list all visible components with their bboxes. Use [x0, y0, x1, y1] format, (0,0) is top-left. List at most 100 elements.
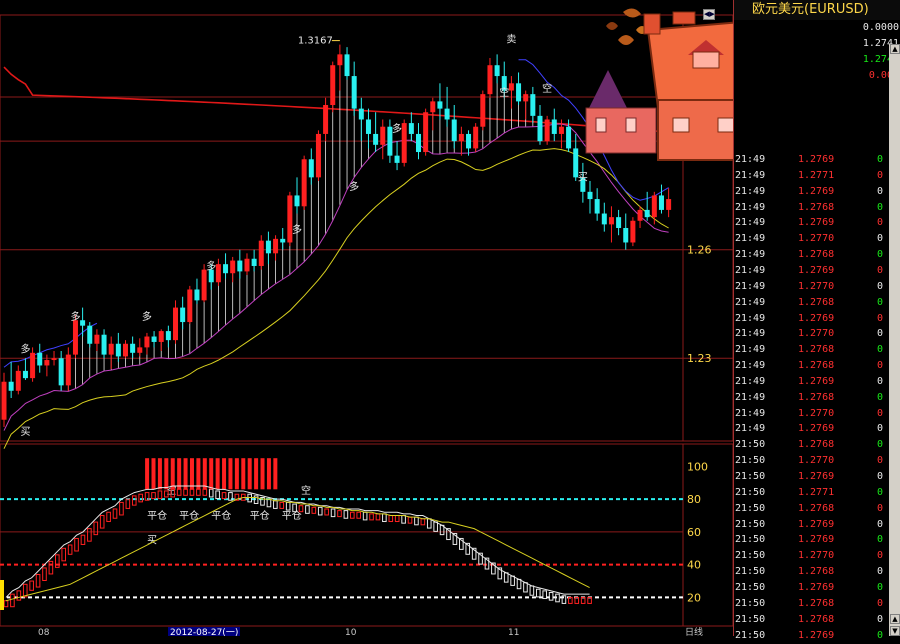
- candle-body: [137, 347, 143, 353]
- candle-body: [108, 343, 114, 355]
- oscillator-bar: [99, 515, 105, 529]
- oscillator-tick-label: 80: [687, 493, 701, 506]
- leaf-decoration: [606, 8, 648, 45]
- tick-time: 21:49: [735, 280, 766, 292]
- tick-time: 21:50: [735, 439, 766, 451]
- candle-body: [594, 199, 600, 214]
- candle-body: [487, 65, 493, 95]
- oscillator-bar: [394, 515, 400, 523]
- tick-row: 21:49 1.2770 0: [734, 326, 900, 342]
- tick-price: 1.2768: [798, 249, 835, 261]
- oscillator-bar: [523, 582, 528, 593]
- long-signal-label: 多: [392, 122, 402, 135]
- tick-time: 21:49: [735, 169, 766, 181]
- candle-body: [394, 155, 400, 163]
- candle-body: [165, 331, 171, 341]
- tick-volume: 0: [876, 296, 883, 308]
- tick-volume: 0: [876, 360, 883, 372]
- long-signal-label: 多: [206, 259, 216, 272]
- tick-price: 1.2768: [798, 566, 835, 578]
- tick-price: 1.2768: [798, 344, 835, 356]
- tick-volume: 0: [876, 154, 883, 165]
- oscillator-bar: [279, 501, 285, 509]
- tick-row: 21:50 1.2769 0: [734, 532, 900, 548]
- tick-time: 21:50: [735, 550, 766, 562]
- tick-volume: 0: [876, 502, 883, 514]
- candle-body: [444, 108, 450, 120]
- tick-time: 21:50: [735, 486, 766, 498]
- tick-price: 1.2769: [798, 581, 835, 593]
- candle-body: [258, 240, 264, 266]
- tick-row: 21:50 1.2769 0: [734, 580, 900, 596]
- candle-body: [658, 195, 664, 210]
- scroll-down-icon[interactable]: ▼: [890, 626, 900, 636]
- oscillator-tick-label: 100: [687, 460, 708, 473]
- scroll-down-icon[interactable]: ▲: [890, 614, 900, 624]
- candle-body: [87, 325, 93, 344]
- oscillator-bar: [183, 488, 188, 496]
- instrument-title: 欧元美元(EURUSD): [734, 0, 900, 20]
- candle-body: [151, 336, 157, 342]
- tick-volume: 0: [876, 455, 883, 467]
- tick-volume: 0: [876, 439, 883, 451]
- candle-body: [115, 343, 121, 357]
- oscillator-bar: [426, 518, 432, 529]
- tick-price: 1.2770: [798, 455, 835, 467]
- tick-time: 21:49: [735, 154, 766, 165]
- candle-body: [587, 191, 593, 200]
- oscillator-bar: [221, 492, 227, 500]
- oscillator-bar: [317, 506, 323, 516]
- tick-time: 21:49: [735, 391, 766, 403]
- tick-volume: 0: [876, 391, 883, 403]
- candle-body: [351, 76, 357, 109]
- candle-body: [623, 228, 629, 243]
- tick-row: 21:50 1.2768 0: [734, 501, 900, 517]
- oscillator-bar: [67, 544, 73, 555]
- candle-body: [94, 334, 100, 344]
- candle-body: [365, 119, 371, 134]
- tick-volume: 0: [876, 328, 883, 340]
- tick-volume: 0: [876, 201, 883, 213]
- scroll-up-icon[interactable]: ▲: [890, 44, 900, 54]
- tick-time: 21:49: [735, 344, 766, 356]
- tick-price: 1.2768: [798, 613, 835, 625]
- tick-volume: 0: [876, 613, 883, 625]
- candle-body: [373, 133, 379, 145]
- tick-list-scrollbar[interactable]: ▲ ▲ ▼: [889, 44, 900, 636]
- candle-body: [473, 126, 479, 149]
- tick-time: 21:50: [735, 502, 766, 514]
- oscillator-bar: [503, 572, 509, 583]
- oscillator-bar: [273, 500, 278, 509]
- small-house-left: [585, 70, 657, 154]
- tick-price: 1.2769: [798, 375, 835, 387]
- oscillator-bar: [414, 516, 419, 526]
- oscillator-bar: [369, 513, 374, 521]
- tick-row: 21:49 1.2770 0: [734, 279, 900, 295]
- candle-body: [666, 199, 672, 210]
- candle-body: [101, 334, 107, 355]
- tick-time: 21:49: [735, 185, 766, 197]
- candle-body: [415, 133, 421, 153]
- oscillator-bar: [542, 590, 547, 600]
- candle-body: [180, 307, 186, 323]
- candle-body: [22, 370, 28, 379]
- tick-volume: 0: [876, 233, 883, 245]
- short-signal-label: 空: [542, 82, 552, 95]
- oscillator-bar: [382, 513, 387, 523]
- oscillator-short-label: 空: [301, 484, 311, 497]
- candle-body: [223, 264, 229, 274]
- candle-body: [8, 381, 14, 391]
- tick-time: 21:50: [735, 455, 766, 467]
- tick-volume: 0: [876, 280, 883, 292]
- tick-row: 21:49 1.2770 0: [734, 231, 900, 247]
- tick-row: 21:49 1.2769 0: [734, 152, 900, 168]
- candle-body: [58, 358, 64, 386]
- candle-body: [187, 289, 193, 323]
- oscillator-bar: [362, 511, 368, 521]
- candle-body: [215, 264, 221, 283]
- oscillator-bar: [112, 508, 118, 519]
- candle-body: [494, 65, 500, 77]
- long-signal-label: 多: [292, 223, 302, 236]
- oscillator-bar: [305, 505, 310, 514]
- candle-body: [480, 94, 486, 127]
